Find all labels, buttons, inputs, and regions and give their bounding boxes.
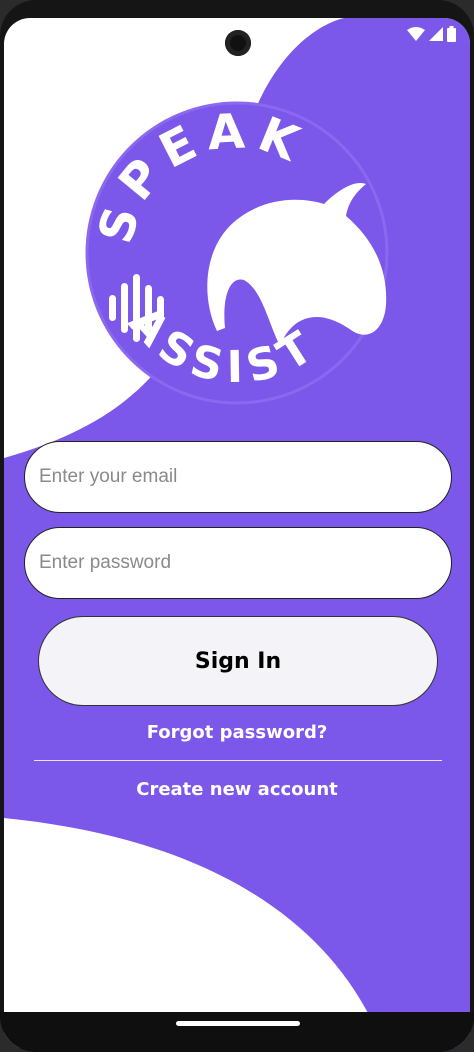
signin-button[interactable]: Sign In: [38, 616, 438, 706]
app-screen: SPEAK ASSIST Sign In Forgot password? Cr…: [4, 18, 470, 1048]
home-gesture-bar[interactable]: [176, 1021, 300, 1026]
status-bar: [407, 25, 456, 43]
front-camera: [225, 30, 251, 56]
signal-icon: [429, 27, 443, 41]
forgot-password-link[interactable]: Forgot password?: [4, 722, 470, 743]
divider: [34, 760, 442, 761]
create-account-link[interactable]: Create new account: [4, 779, 470, 800]
email-field[interactable]: [24, 441, 452, 513]
navigation-bar: [0, 1012, 474, 1052]
password-field[interactable]: [24, 527, 452, 599]
battery-icon: [447, 26, 456, 42]
wifi-icon: [407, 27, 425, 41]
phone-frame: SPEAK ASSIST Sign In Forgot password? Cr…: [0, 0, 474, 1052]
speak-assist-logo: SPEAK ASSIST: [85, 101, 389, 405]
